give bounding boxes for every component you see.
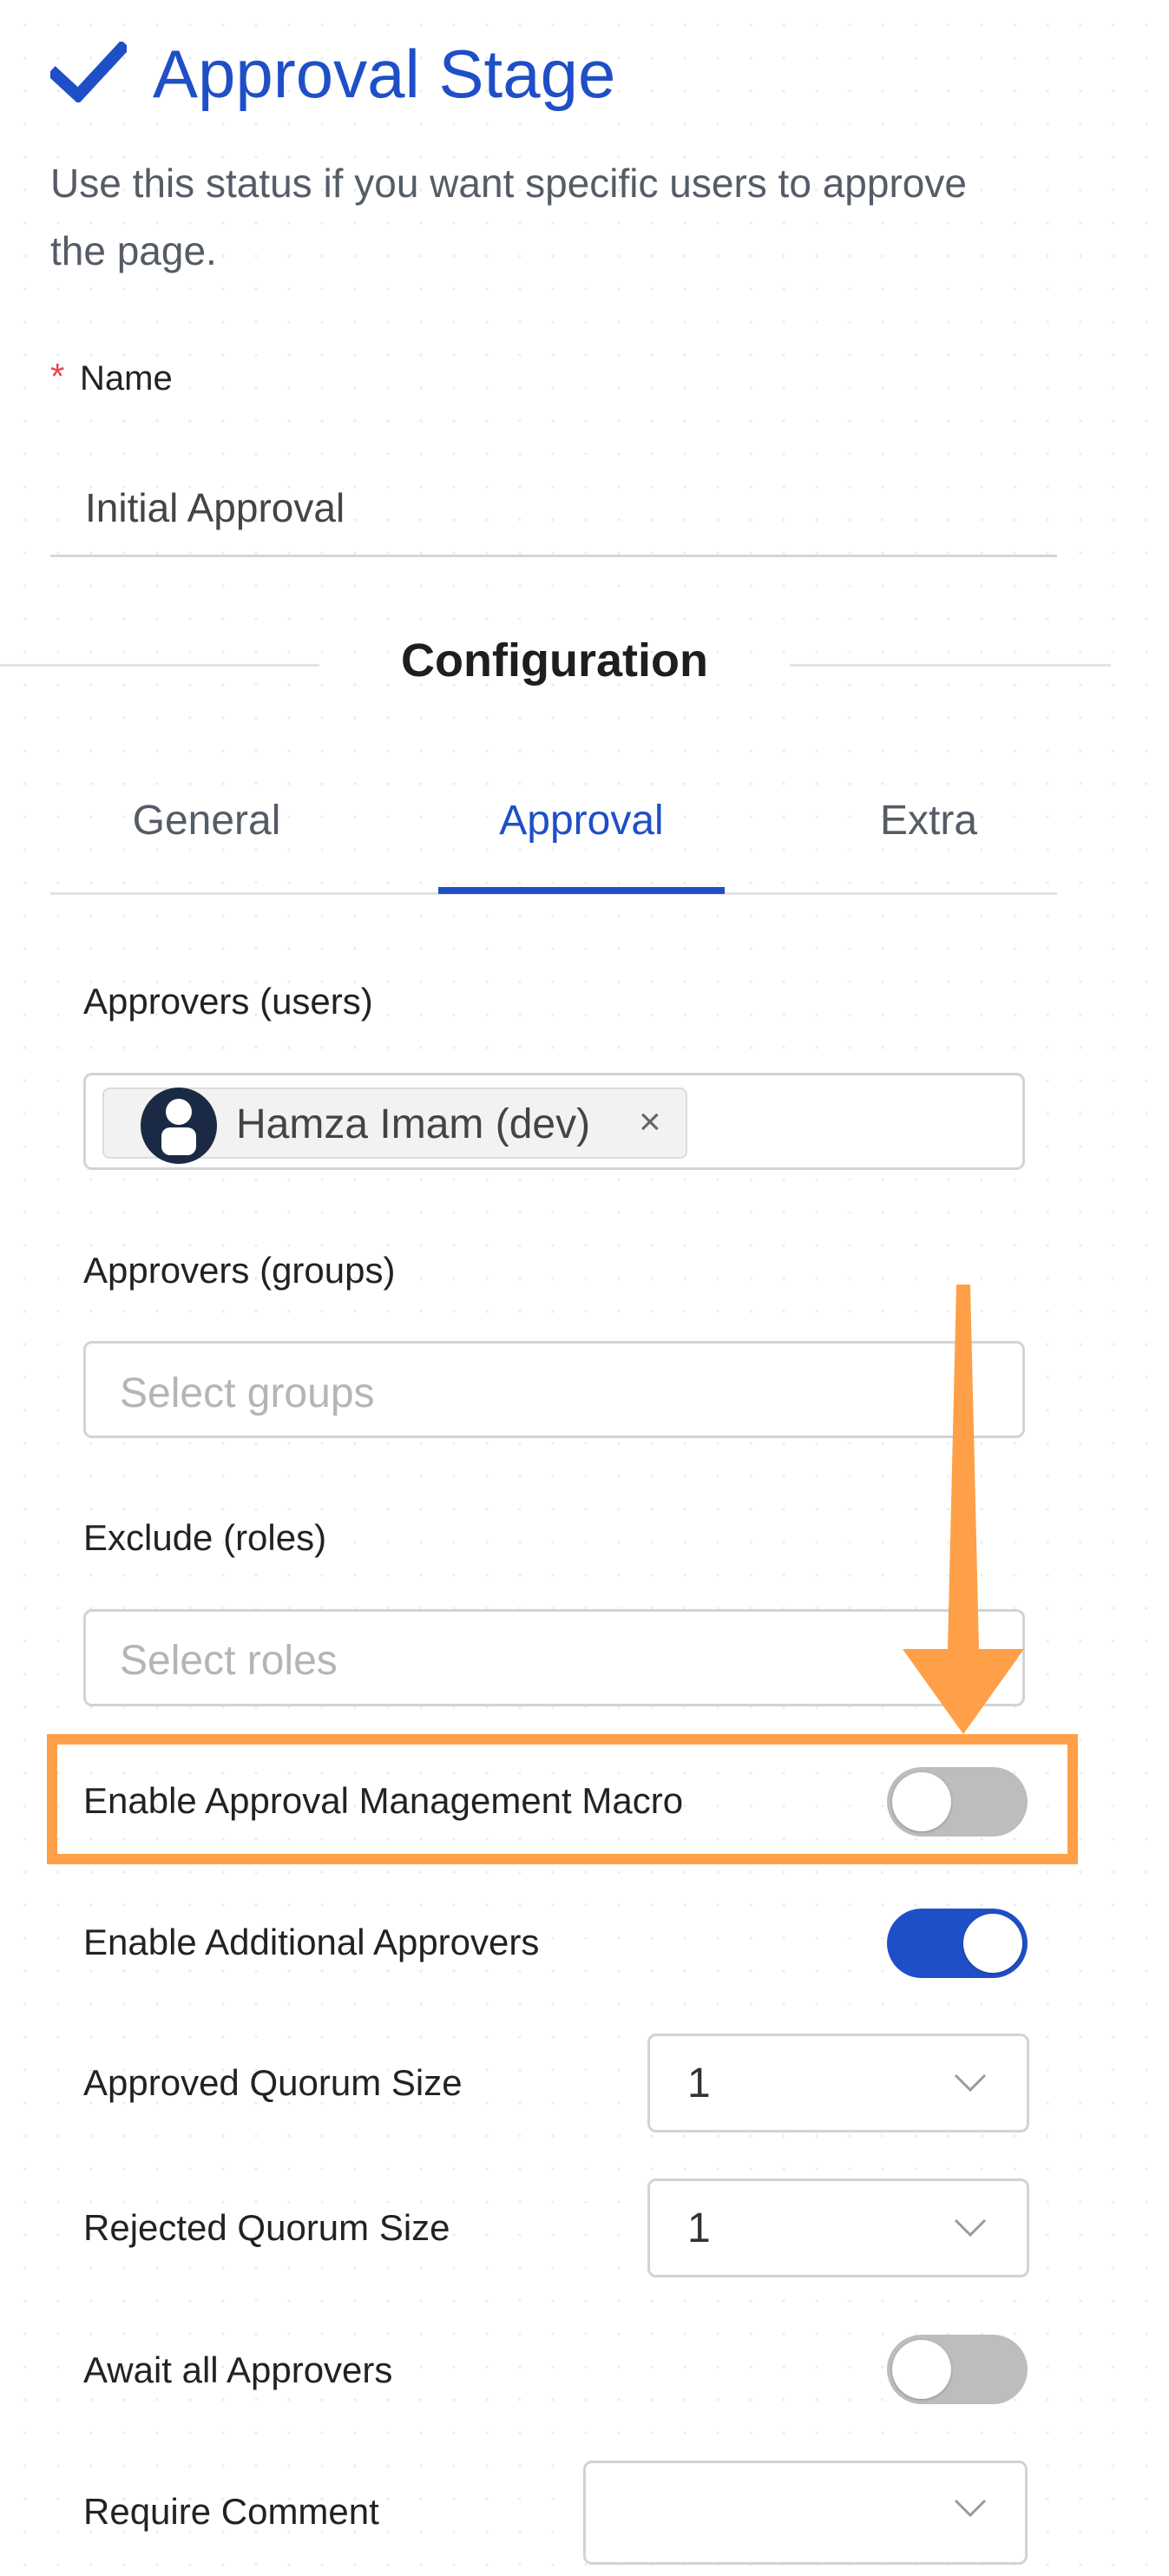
- divider-right: [790, 664, 1111, 667]
- await-approvers-toggle[interactable]: [887, 2335, 1028, 2404]
- approval-macro-toggle[interactable]: [887, 1767, 1028, 1837]
- divider-left: [0, 664, 319, 667]
- page-title: Approval Stage: [153, 36, 616, 112]
- tab-general[interactable]: General: [102, 797, 311, 844]
- tab-extra[interactable]: Extra: [833, 797, 1024, 844]
- toggle-knob: [892, 1772, 951, 1831]
- user-avatar-icon: [141, 1088, 217, 1164]
- chevron-down-icon: [954, 2499, 987, 2518]
- page-description: Use this status if you want specific use…: [50, 161, 967, 273]
- approvers-groups-label: Approvers (groups): [83, 1250, 396, 1291]
- approvers-users-label: Approvers (users): [83, 981, 373, 1022]
- toggle-knob: [892, 2340, 951, 2399]
- approvers-groups-placeholder: Select groups: [120, 1370, 375, 1416]
- chevron-down-icon: [954, 2218, 987, 2238]
- tab-approval[interactable]: Approval: [438, 797, 725, 844]
- name-input[interactable]: [50, 460, 1057, 557]
- require-comment-label: Require Comment: [83, 2491, 379, 2532]
- active-tab-indicator: [438, 887, 725, 894]
- user-tag-label: Hamza Imam (dev): [236, 1101, 591, 1147]
- await-approvers-label: Await all Approvers: [83, 2349, 393, 2390]
- additional-approvers-toggle[interactable]: [887, 1909, 1028, 1978]
- arrow-down-icon: [903, 1285, 1024, 1734]
- configuration-heading: Configuration: [401, 634, 708, 687]
- toggle-knob: [963, 1914, 1022, 1973]
- close-icon[interactable]: ×: [639, 1101, 661, 1144]
- rejected-quorum-value: 1: [687, 2205, 711, 2251]
- additional-approvers-label: Enable Additional Approvers: [83, 1922, 540, 1962]
- exclude-roles-placeholder: Select roles: [120, 1638, 338, 1684]
- rejected-quorum-label: Rejected Quorum Size: [83, 2207, 450, 2248]
- name-label: Name: [80, 359, 173, 398]
- required-indicator: *: [50, 356, 65, 397]
- checkmark-icon: [50, 42, 127, 102]
- approved-quorum-value: 1: [687, 2060, 711, 2106]
- chevron-down-icon: [954, 2073, 987, 2093]
- exclude-roles-label: Exclude (roles): [83, 1517, 327, 1558]
- approved-quorum-label: Approved Quorum Size: [83, 2062, 463, 2103]
- approval-macro-label: Enable Approval Management Macro: [83, 1780, 684, 1821]
